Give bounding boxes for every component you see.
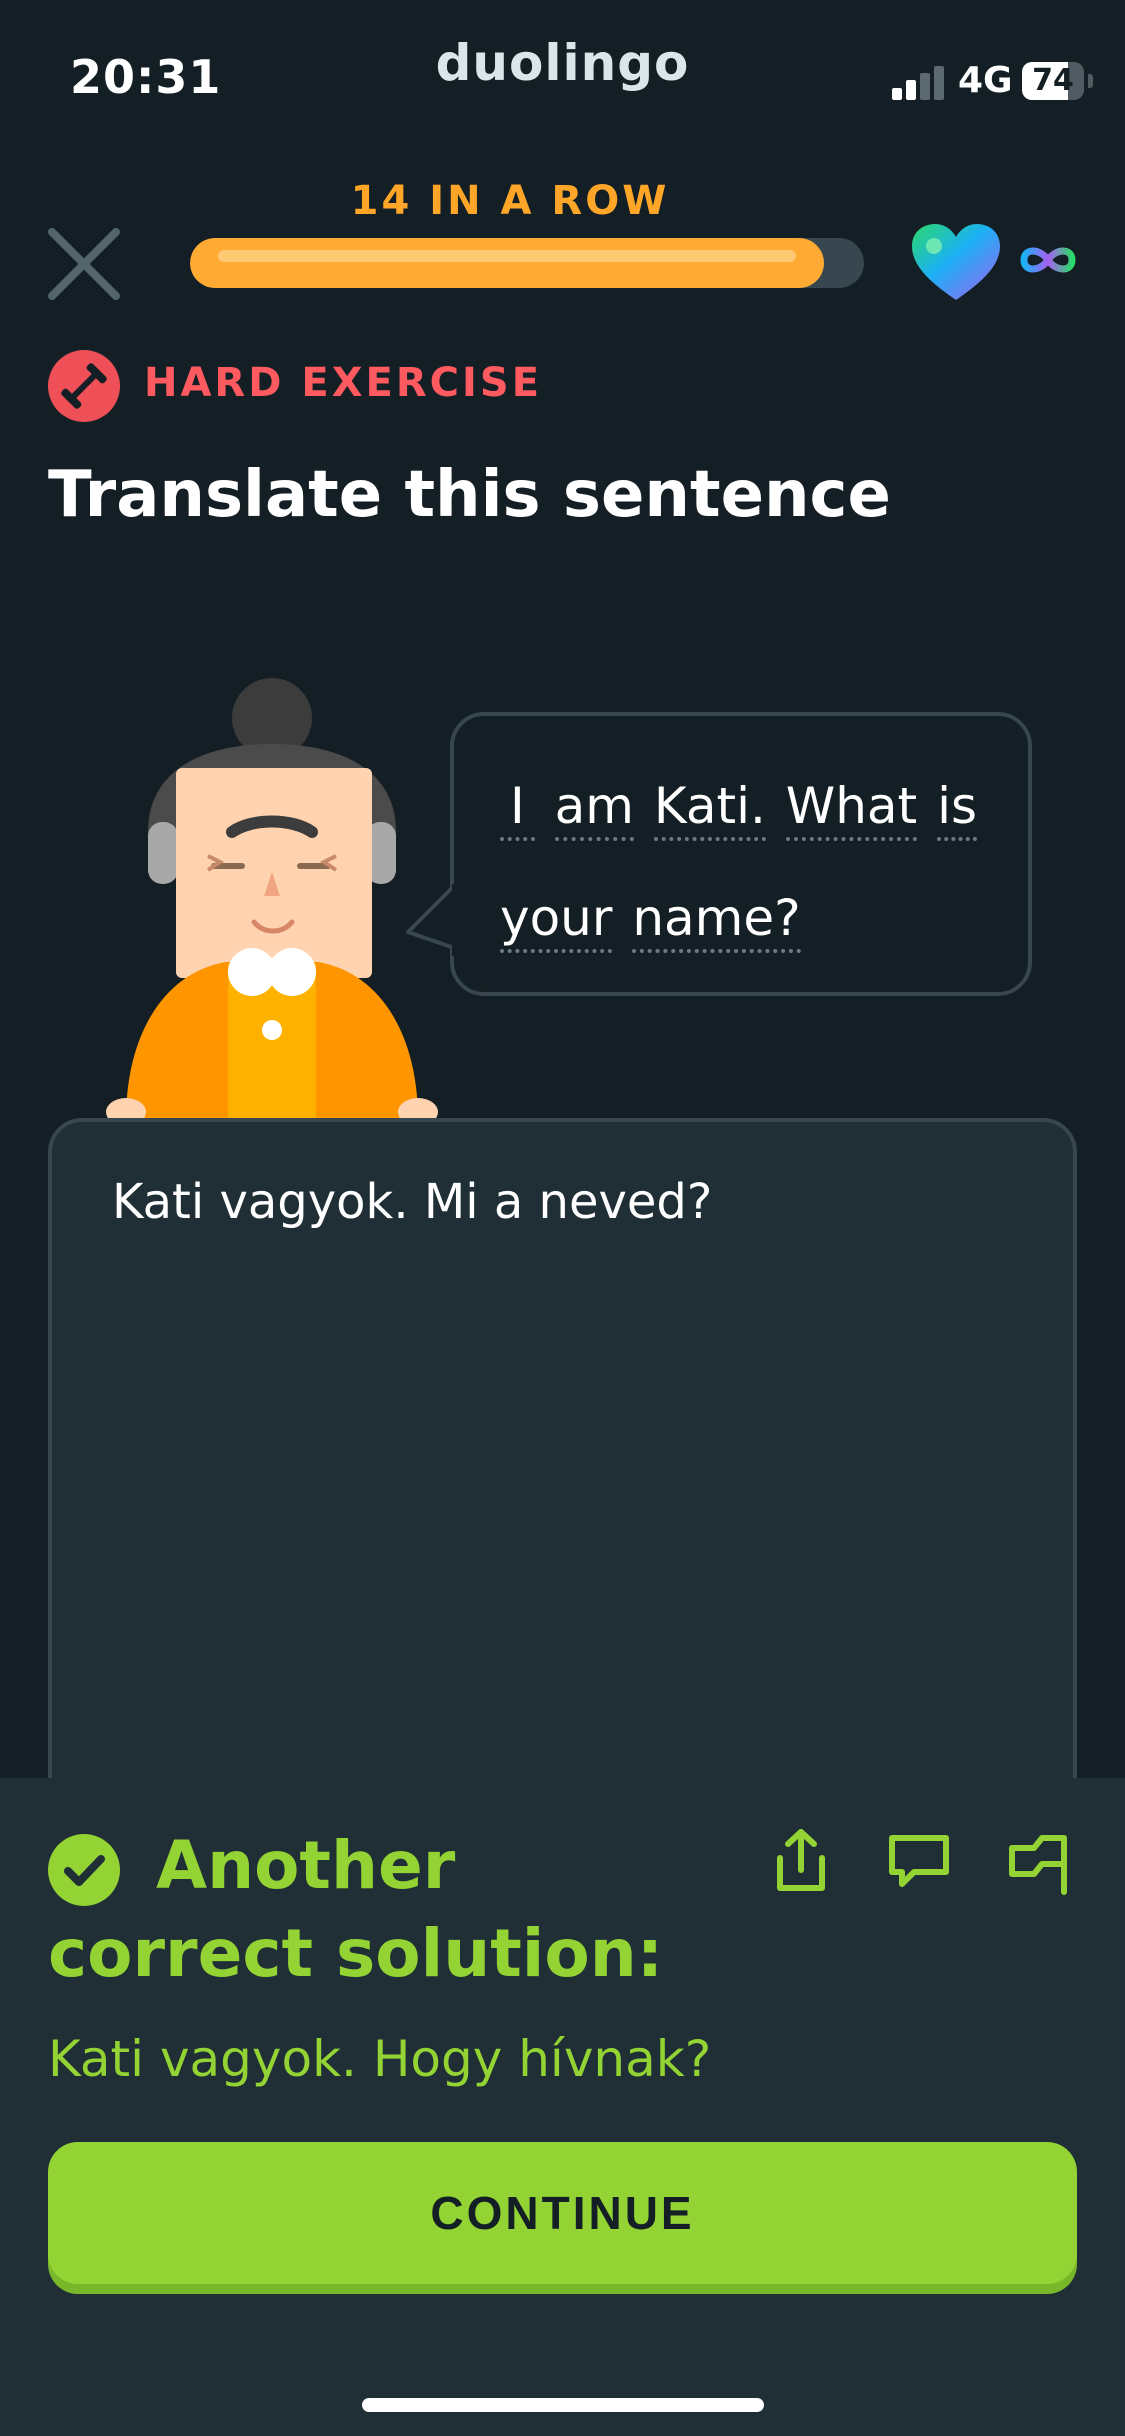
battery-icon: 74 bbox=[1022, 62, 1084, 100]
signal-icon bbox=[892, 66, 946, 100]
progress-highlight bbox=[218, 250, 796, 262]
alternate-solution-text: Kati vagyok. Hogy hívnak? bbox=[48, 2030, 712, 2088]
comment-icon bbox=[889, 1835, 949, 1887]
prompt-word[interactable]: I bbox=[500, 777, 535, 841]
battery-level: 74 bbox=[1032, 63, 1074, 98]
infinity-icon bbox=[1016, 240, 1080, 280]
hard-exercise-label: HARD EXERCISE bbox=[144, 360, 543, 406]
share-icon bbox=[777, 1829, 825, 1891]
character-illustration bbox=[96, 672, 456, 1126]
close-icon bbox=[48, 228, 120, 300]
continue-button[interactable]: CONTINUE bbox=[48, 2142, 1077, 2284]
prompt-word[interactable]: am bbox=[554, 777, 635, 841]
battery-nub bbox=[1088, 74, 1093, 88]
dumbbell-icon bbox=[48, 350, 120, 422]
instruction-title: Translate this sentence bbox=[48, 458, 891, 532]
feedback-title-line1: Another bbox=[156, 1827, 456, 1904]
prompt-word[interactable]: is bbox=[937, 777, 978, 841]
share-button[interactable] bbox=[766, 1826, 836, 1896]
home-indicator[interactable] bbox=[362, 2398, 764, 2412]
discuss-button[interactable] bbox=[884, 1826, 954, 1896]
prompt-word[interactable]: Kati. bbox=[653, 777, 766, 841]
answer-textarea[interactable]: Kati vagyok. Mi a neved? bbox=[48, 1118, 1077, 1818]
streak-label: 14 IN A ROW bbox=[350, 178, 670, 224]
report-button[interactable] bbox=[1004, 1826, 1074, 1896]
lesson-progress-bar bbox=[190, 238, 864, 288]
prompt-word[interactable]: name? bbox=[632, 889, 801, 953]
close-button[interactable] bbox=[44, 224, 124, 304]
prompt-sentence: I am Kati. What is your name? bbox=[500, 750, 1000, 974]
continue-label: CONTINUE bbox=[430, 2187, 695, 2239]
prompt-word[interactable]: your bbox=[500, 889, 613, 953]
speech-bubble-tail bbox=[404, 884, 460, 956]
answer-text: Kati vagyok. Mi a neved? bbox=[112, 1174, 713, 1230]
flag-icon bbox=[1009, 1835, 1067, 1895]
brand-logo: duolingo bbox=[435, 34, 690, 92]
feedback-title-line2: correct solution: bbox=[48, 1915, 664, 1992]
check-circle-icon bbox=[48, 1834, 120, 1906]
feedback-title: Another correct solution: bbox=[48, 1822, 668, 1998]
speech-bubble: I am Kati. What is your name? bbox=[450, 712, 1032, 996]
network-label: 4G bbox=[958, 60, 1013, 101]
prompt-word[interactable]: What bbox=[785, 777, 918, 841]
heart-icon[interactable] bbox=[910, 222, 1002, 302]
progress-fill bbox=[190, 238, 824, 288]
